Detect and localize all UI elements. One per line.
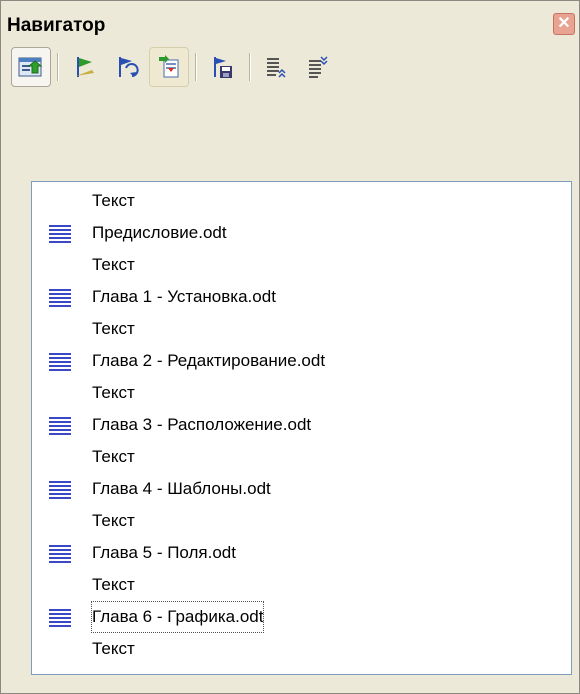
promote-button[interactable] bbox=[65, 47, 105, 87]
list-item[interactable]: Текст bbox=[32, 569, 552, 601]
move-up-icon bbox=[267, 58, 286, 78]
promote-flag-icon bbox=[76, 57, 94, 77]
move-up-button[interactable] bbox=[257, 47, 297, 87]
document-icon bbox=[49, 225, 71, 243]
demote-button[interactable] bbox=[107, 47, 147, 87]
document-icon bbox=[49, 545, 71, 563]
list-item-label: Глава 2 - Редактирование.odt bbox=[92, 351, 326, 370]
list-item[interactable]: Текст bbox=[32, 377, 552, 409]
list-item-label: Текст bbox=[92, 575, 135, 594]
insert-icon bbox=[159, 55, 179, 78]
list-item[interactable]: Глава 3 - Расположение.odt bbox=[32, 409, 552, 441]
document-icon bbox=[49, 481, 71, 499]
list-item-label: Текст bbox=[92, 639, 135, 658]
toggle-button[interactable] bbox=[11, 47, 51, 87]
document-icon bbox=[49, 289, 71, 307]
list-item[interactable]: Текст bbox=[32, 633, 552, 665]
list-item[interactable]: Текст bbox=[32, 185, 552, 217]
title-bar[interactable]: Навигатор ✕ bbox=[1, 1, 579, 41]
list-item-label: Текст bbox=[92, 191, 135, 210]
close-icon: ✕ bbox=[557, 15, 571, 32]
insert-button[interactable] bbox=[149, 47, 189, 87]
list-item[interactable]: Текст bbox=[32, 313, 552, 345]
window-title: Навигатор bbox=[7, 15, 106, 36]
toolbar-separator bbox=[249, 53, 251, 81]
save-button[interactable] bbox=[203, 47, 243, 87]
list-item[interactable]: Глава 4 - Шаблоны.odt bbox=[32, 473, 552, 505]
list-item[interactable]: Текст bbox=[32, 441, 552, 473]
list-item[interactable]: Предисловие.odt bbox=[32, 217, 552, 249]
list-item-label: Текст bbox=[92, 319, 135, 338]
move-down-button[interactable] bbox=[299, 47, 339, 87]
document-icon bbox=[49, 609, 71, 627]
list-item[interactable]: Глава 5 - Поля.odt bbox=[32, 537, 552, 569]
list-item-label: Глава 6 - Графика.odt bbox=[91, 601, 265, 633]
list-item-label: Предисловие.odt bbox=[92, 223, 227, 242]
list-item-label: Глава 4 - Шаблоны.odt bbox=[92, 479, 271, 498]
move-down-icon bbox=[309, 56, 328, 78]
list-item-label: Текст bbox=[92, 383, 135, 402]
list-item-label: Текст bbox=[92, 447, 135, 466]
list-item-label: Глава 1 - Установка.odt bbox=[92, 287, 276, 306]
document-icon bbox=[49, 353, 71, 371]
list-item[interactable]: Текст bbox=[32, 505, 552, 537]
close-button[interactable]: ✕ bbox=[553, 13, 575, 35]
toolbar-separator bbox=[57, 53, 59, 81]
save-as-icon bbox=[214, 57, 232, 78]
list-item[interactable]: Глава 1 - Установка.odt bbox=[32, 281, 552, 313]
list-item[interactable]: Текст bbox=[32, 249, 552, 281]
list-item[interactable]: Глава 2 - Редактирование.odt bbox=[32, 345, 552, 377]
list-item-selected[interactable]: Глава 6 - Графика.odt bbox=[32, 601, 552, 633]
navigator-list[interactable]: Текст Предисловие.odt Текст Глава 1 - Ус… bbox=[31, 181, 572, 675]
list-item-label: Текст bbox=[92, 511, 135, 530]
toolbar-separator bbox=[195, 53, 197, 81]
navigator-window: Навигатор ✕ Текст Предисловие.odt Текст … bbox=[0, 0, 580, 694]
list-item-label: Глава 3 - Расположение.odt bbox=[92, 415, 312, 434]
document-icon bbox=[49, 417, 71, 435]
demote-flag-icon bbox=[119, 57, 139, 77]
toolbar bbox=[11, 47, 571, 97]
list-item-label: Глава 5 - Поля.odt bbox=[92, 543, 236, 562]
list-item-label: Текст bbox=[92, 255, 135, 274]
toggle-navigator-icon bbox=[18, 57, 43, 77]
